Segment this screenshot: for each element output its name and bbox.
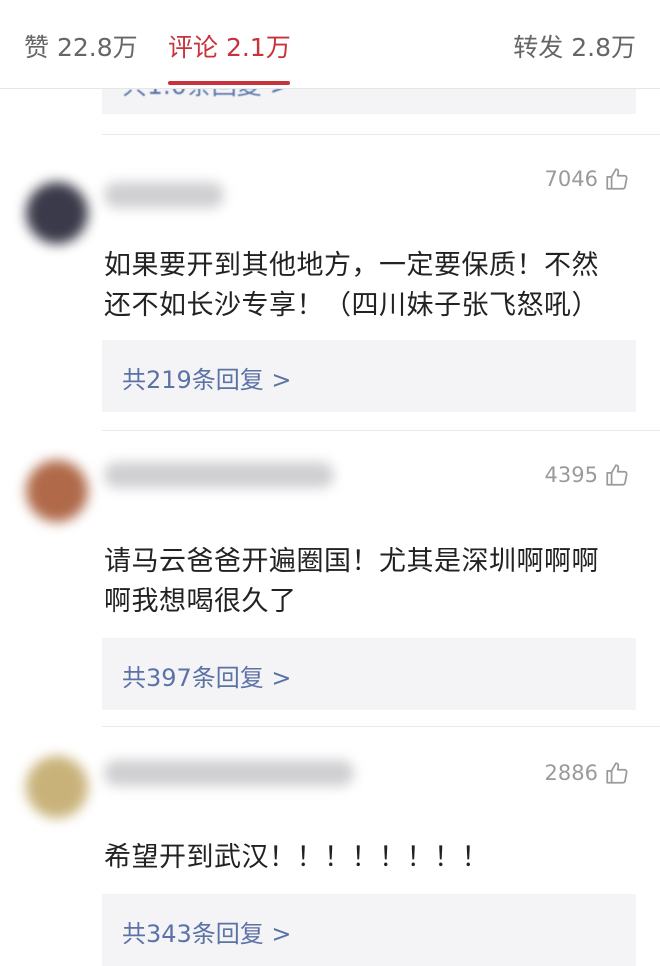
replies-label: 共343条回复 > [122, 920, 292, 948]
tab-reposts[interactable]: 转发 2.8万 [513, 28, 636, 64]
comment-tabs: 赞 22.8万 评论 2.1万 转发 2.8万 [0, 0, 660, 89]
comment-text-line: 还不如长沙专享！（四川妹子张飞怒吼） [104, 290, 599, 321]
comment-item: 2886 希望开到武汉！！！！！！！！ 共343条回复 > [0, 726, 660, 966]
like-count: 7046 [544, 167, 598, 191]
comment-text-line: 请马云爸爸开遍圈国！尤其是深圳啊啊啊 [104, 546, 599, 577]
like-count: 2886 [544, 761, 598, 785]
comment-text-line: 如果要开到其他地方，一定要保质！不然 [104, 250, 599, 281]
replies-link[interactable]: 共343条回复 > [102, 894, 636, 966]
tab-likes[interactable]: 赞 22.8万 [24, 28, 138, 64]
avatar[interactable] [26, 460, 88, 522]
comment-text-line: 希望开到武汉！！！！！！！！ [104, 842, 489, 873]
replies-label: 共219条回复 > [122, 366, 292, 394]
replies-link[interactable]: 共219条回复 > [102, 340, 636, 412]
comment-item: 7046 如果要开到其他地方，一定要保质！不然 还不如长沙专享！（四川妹子张飞怒… [0, 134, 660, 430]
thumbs-up-icon [606, 762, 628, 784]
replies-link[interactable]: 共397条回复 > [102, 638, 636, 710]
like-count: 4395 [544, 463, 598, 487]
username[interactable] [104, 462, 334, 488]
previous-replies-link[interactable]: 共1.0条回复 > [102, 88, 636, 114]
comment-item: 4395 请马云爸爸开遍圈国！尤其是深圳啊啊啊 啊我想喝很久了 共397条回复 … [0, 430, 660, 726]
avatar[interactable] [26, 756, 88, 818]
thumbs-up-icon [606, 464, 628, 486]
comment-text-line: 啊我想喝很久了 [104, 586, 297, 617]
like-button[interactable]: 4395 [545, 462, 630, 488]
like-button[interactable]: 7046 [545, 166, 630, 192]
replies-label: 共397条回复 > [122, 664, 292, 692]
previous-replies-label: 共1.0条回复 > [122, 88, 291, 102]
username[interactable] [104, 182, 224, 208]
active-tab-indicator [168, 81, 290, 85]
avatar[interactable] [26, 182, 88, 244]
username[interactable] [104, 760, 354, 786]
thumbs-up-icon [606, 168, 628, 190]
like-button[interactable]: 2886 [545, 760, 630, 786]
